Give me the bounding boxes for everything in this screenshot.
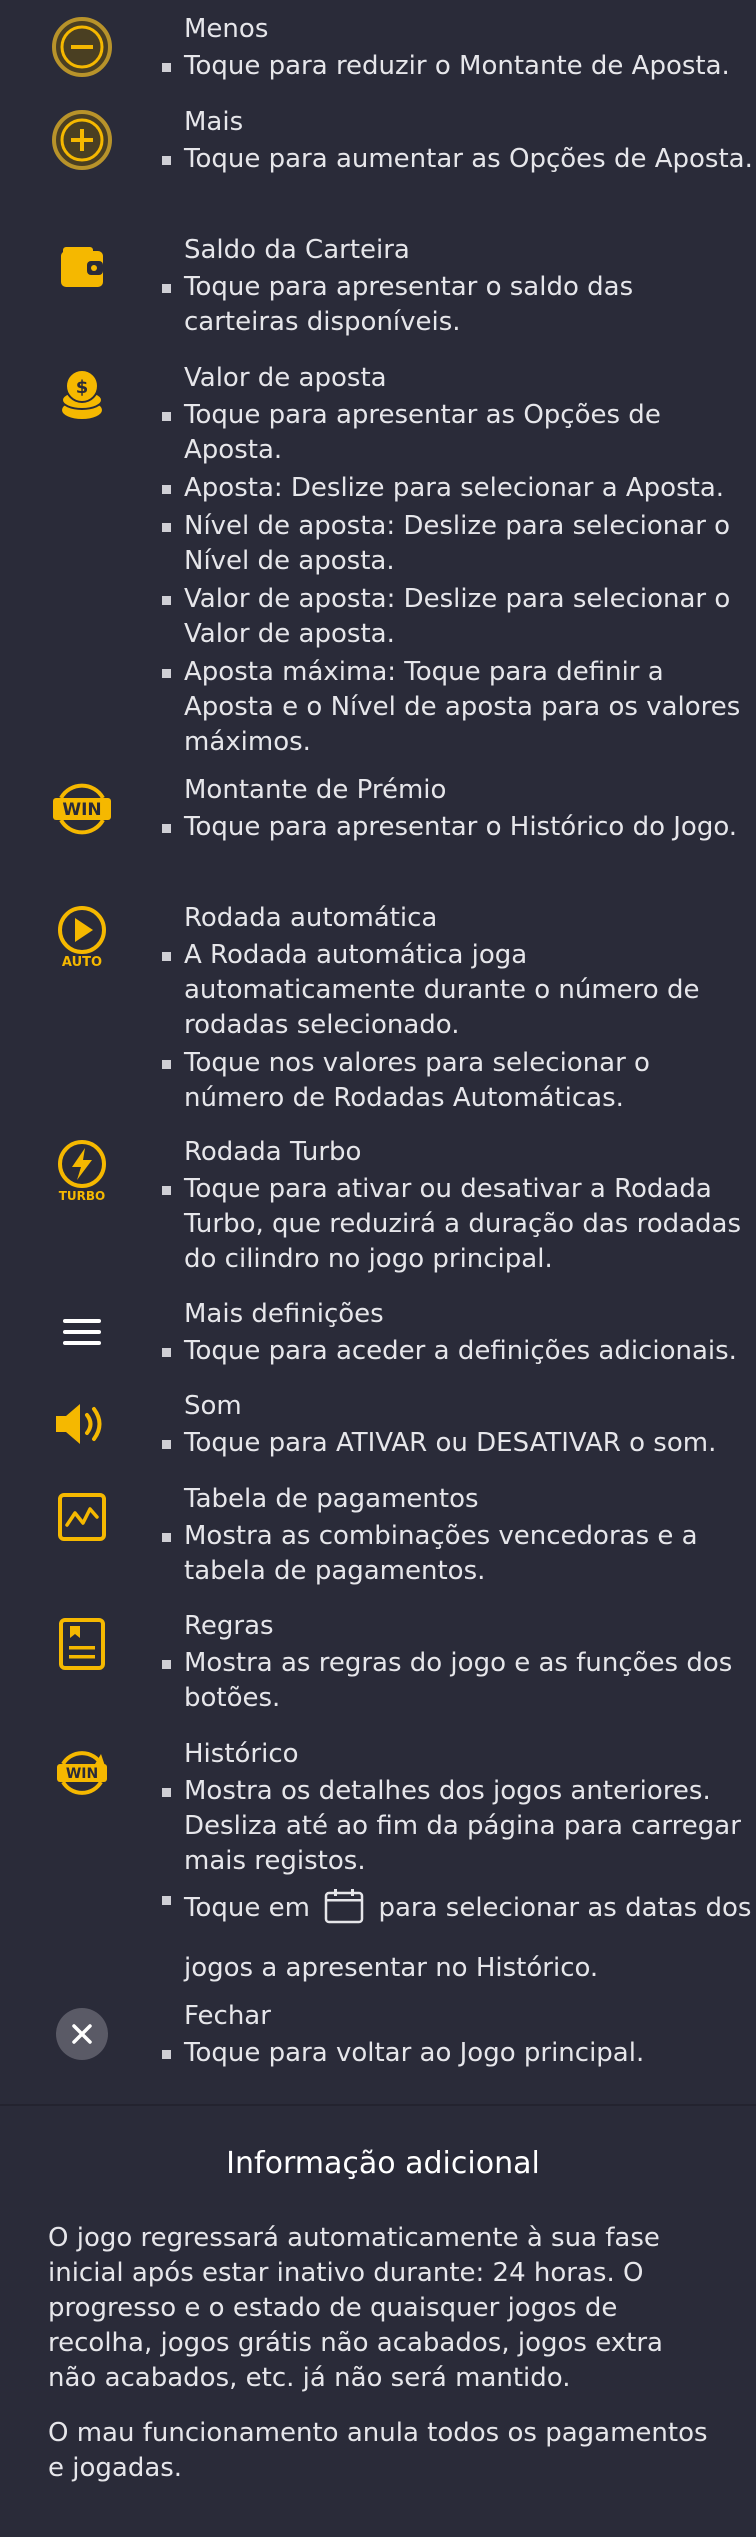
help-item-bullet: Toque nos valores para selecionar o núme… [162, 1046, 754, 1116]
help-item-title: Montante de Prémio [184, 775, 447, 805]
help-item-plus: Mais Toque para aumentar as Opções de Ap… [0, 105, 756, 233]
button-help-list: Menos Toque para reduzir o Montante de A… [0, 0, 756, 2074]
win-label: WIN [62, 800, 101, 820]
help-item-title: Mais [184, 107, 244, 137]
auto-play-icon: AUTO [40, 901, 124, 971]
help-item-rules: Regras Mostra as regras do jogo e as fun… [0, 1609, 756, 1737]
help-item-sound: Som Toque para ATIVAR ou DESATIVAR o som… [0, 1389, 756, 1482]
coins-icon: $ [40, 361, 124, 431]
auto-label: AUTO [62, 955, 102, 968]
help-item-title: Saldo da Carteira [184, 235, 410, 265]
plus-circle-icon [40, 105, 124, 175]
help-item-win-amount: WIN Montante de Prémio Toque para aprese… [0, 773, 756, 901]
help-item-turbo: TURBO Rodada Turbo Toque para ativar ou … [0, 1135, 756, 1297]
rules-icon [40, 1609, 124, 1679]
help-item-bullet: Valor de aposta: Deslize para selecionar… [162, 582, 754, 652]
help-item-bullet: Toque para aumentar as Opções de Aposta. [162, 142, 754, 177]
minus-circle-icon [40, 12, 124, 82]
wallet-icon [40, 233, 124, 303]
help-item-bullet: Toque para apresentar o Histórico do Jog… [162, 810, 754, 845]
history-win-label: WIN [66, 1766, 98, 1782]
help-item-bullet: Nível de aposta: Deslize para selecionar… [162, 509, 754, 579]
help-item-bullet: Toque para ATIVAR ou DESATIVAR o som. [162, 1426, 754, 1461]
win-badge-icon: WIN [40, 773, 124, 843]
help-item-bullet: Toque para apresentar o saldo das cartei… [162, 270, 754, 340]
close-icon [40, 1999, 124, 2069]
help-item-close: Fechar Toque para voltar ao Jogo princip… [0, 1999, 756, 2074]
calendar-text-before: Toque em [184, 1893, 310, 1923]
svg-text:$: $ [76, 377, 89, 398]
additional-info-paragraph: O mau funcionamento anula todos os pagam… [48, 2418, 708, 2483]
help-item-bullet: Toque para aceder a definições adicionai… [162, 1334, 754, 1369]
turbo-icon: TURBO [40, 1135, 124, 1205]
help-item-history: WIN Histórico Mostra os detalhes dos jog… [0, 1737, 756, 1999]
help-item-minus: Menos Toque para reduzir o Montante de A… [0, 12, 756, 105]
help-item-bullet: Mostra os detalhes dos jogos anteriores.… [162, 1774, 754, 1879]
help-item-paytable: Tabela de pagamentos Mostra as combinaçõ… [0, 1482, 756, 1609]
help-item-bullet-calendar: Toque em para selecionar as datas dos jo… [162, 1882, 754, 1994]
help-item-title: Rodada Turbo [184, 1137, 362, 1167]
help-item-bullet: Mostra as regras do jogo e as funções do… [162, 1646, 754, 1716]
help-item-title: Menos [184, 14, 269, 44]
help-item-title: Regras [184, 1611, 274, 1641]
sound-icon [40, 1389, 124, 1459]
help-item-bullet: Toque para apresentar as Opções de Apost… [162, 398, 754, 468]
help-item-auto-spin: AUTO Rodada automática A Rodada automáti… [0, 901, 756, 1135]
help-item-bullet: A Rodada automática joga automaticamente… [162, 938, 754, 1043]
help-item-title: Mais definições [184, 1299, 384, 1329]
help-item-title: Fechar [184, 2001, 271, 2031]
help-item-bullet: Toque para reduzir o Montante de Aposta. [162, 49, 754, 84]
help-item-bullet: Toque para voltar ao Jogo principal. [162, 2036, 754, 2071]
help-item-title: Som [184, 1391, 242, 1421]
turbo-label: TURBO [59, 1189, 106, 1202]
history-icon: WIN [40, 1737, 124, 1807]
help-item-more-settings: Mais definições Toque para aceder a defi… [0, 1297, 756, 1389]
paytable-icon [40, 1482, 124, 1552]
menu-icon [40, 1297, 124, 1367]
help-item-wallet: Saldo da Carteira Toque para apresentar … [0, 233, 756, 361]
additional-info-paragraph: O jogo regressará automaticamente à sua … [48, 2223, 663, 2393]
additional-info-section: Informação adicional O jogo regressará a… [0, 2146, 756, 2486]
help-item-title: Rodada automática [184, 903, 438, 933]
help-item-title: Valor de aposta [184, 363, 387, 393]
help-item-bullet: Aposta máxima: Toque para definir a Apos… [162, 655, 754, 760]
additional-info-heading: Informação adicional [226, 2146, 540, 2181]
help-item-bet-value: $ Valor de aposta Toque para apresentar … [0, 361, 756, 773]
section-divider [0, 2104, 756, 2106]
calendar-icon [324, 1888, 364, 1942]
help-item-bullet: Toque para ativar ou desativar a Rodada … [162, 1172, 754, 1277]
help-item-title: Tabela de pagamentos [184, 1484, 479, 1514]
help-item-bullet: Mostra as combinações vencedoras e a tab… [162, 1519, 754, 1589]
help-item-title: Histórico [184, 1739, 299, 1769]
help-item-bullet: Aposta: Deslize para selecionar a Aposta… [162, 471, 754, 506]
